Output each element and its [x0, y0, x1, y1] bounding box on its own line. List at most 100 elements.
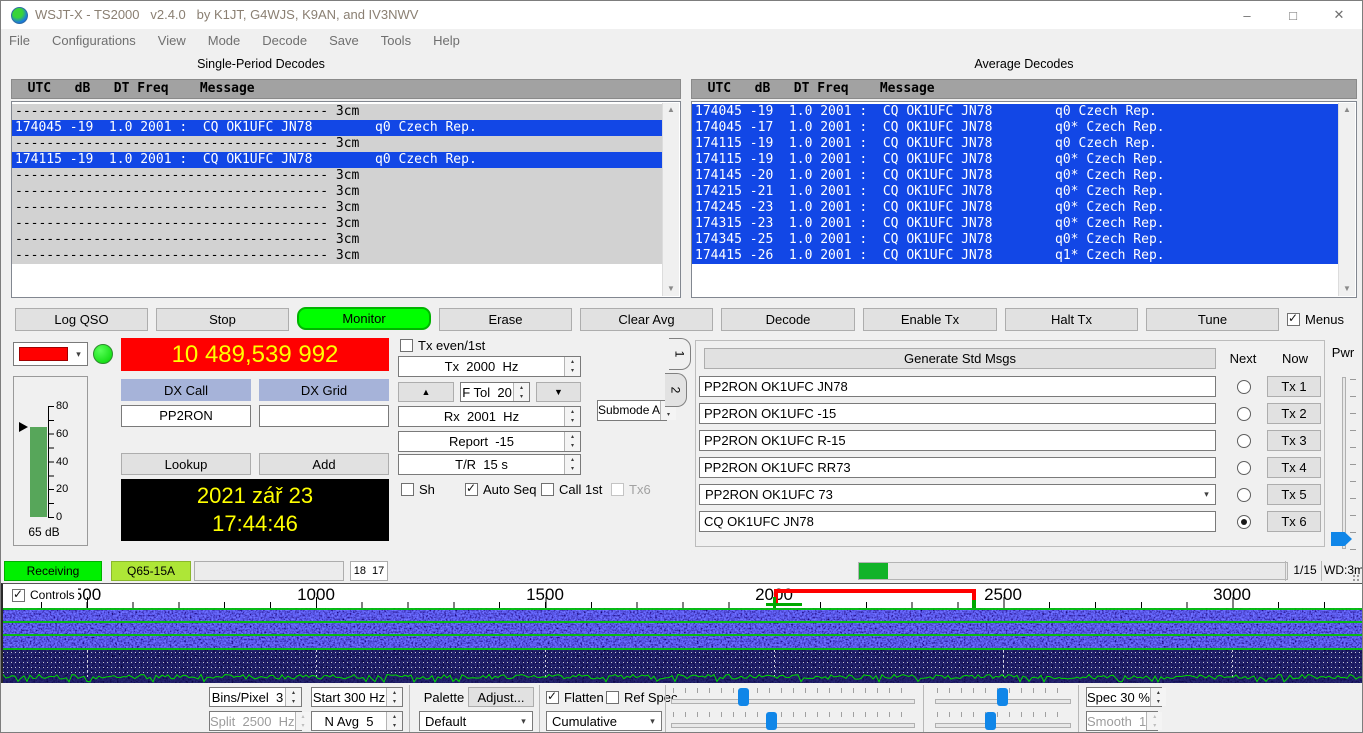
decode-row[interactable]: ----------------------------------------…: [12, 168, 663, 184]
pwr-slider-thumb[interactable]: [1331, 532, 1352, 546]
tx2-next-radio[interactable]: [1237, 407, 1251, 421]
decode-row[interactable]: 174115 -19 1.0 2001 : CQ OK1UFC JN78 q0 …: [692, 136, 1339, 152]
slider-thumb[interactable]: [738, 688, 749, 706]
decode-row[interactable]: ----------------------------------------…: [12, 200, 663, 216]
tr-period-spinner[interactable]: T/R 15 s ▴▾: [398, 454, 581, 475]
tune-button[interactable]: Tune: [1146, 308, 1279, 331]
monitor-button[interactable]: Monitor: [297, 307, 431, 330]
slider-thumb[interactable]: [997, 688, 1008, 706]
palette-combo[interactable]: Default ▾: [419, 711, 533, 731]
spec-percent-spinner[interactable]: Spec 30 % ▴▾: [1086, 687, 1162, 707]
tab-1[interactable]: 1: [669, 338, 691, 370]
ref-spec-checkbox[interactable]: Ref Spec: [606, 690, 677, 705]
spinner-down-icon[interactable]: ▾: [387, 721, 402, 730]
scroll-down-icon[interactable]: ▼: [667, 282, 675, 296]
tx6-next-radio[interactable]: [1237, 515, 1251, 529]
spinner-down-icon[interactable]: ▾: [514, 392, 529, 401]
halt-tx-button[interactable]: Halt Tx: [1005, 308, 1138, 331]
chevron-down-icon[interactable]: ▾: [1198, 485, 1215, 504]
lookup-button[interactable]: Lookup: [121, 453, 251, 475]
log-qso-button[interactable]: Log QSO: [15, 308, 148, 331]
tx6-message-field[interactable]: CQ OK1UFC JN78: [699, 511, 1216, 532]
spinner-up-icon[interactable]: ▴: [565, 357, 580, 367]
menu-mode[interactable]: Mode: [208, 33, 241, 48]
menu-configurations[interactable]: Configurations: [52, 33, 136, 48]
decode-row[interactable]: ----------------------------------------…: [12, 104, 663, 120]
submode-spinner[interactable]: Submode A ▴▾: [597, 400, 667, 421]
spinner-down-icon[interactable]: ▾: [565, 417, 580, 427]
waterfall-zero-slider[interactable]: [933, 687, 1073, 707]
spinner-down-icon[interactable]: ▾: [661, 411, 676, 421]
decode-row[interactable]: 174345 -25 1.0 2001 : CQ OK1UFC JN78 q0*…: [692, 232, 1339, 248]
call-1st-checkbox[interactable]: Call 1st: [541, 482, 602, 497]
decode-row[interactable]: 174115 -19 1.0 2001 : CQ OK1UFC JN78 q0 …: [12, 152, 663, 168]
auto-seq-checkbox[interactable]: Auto Seq: [465, 482, 537, 497]
add-button[interactable]: Add: [259, 453, 389, 475]
spinner-up-icon[interactable]: ▴: [387, 712, 402, 721]
waterfall-frequency-scale[interactable]: 500 1000 1500 2000 2500 3000 Controls: [1, 583, 1363, 608]
tx-freq-spinner[interactable]: Tx 2000 Hz ▴▾: [398, 356, 581, 377]
menu-help[interactable]: Help: [433, 33, 460, 48]
bins-pixel-spinner[interactable]: Bins/Pixel 3 ▴▾: [209, 687, 302, 707]
maximize-button[interactable]: □: [1270, 1, 1316, 29]
decode-button[interactable]: Decode: [721, 308, 855, 331]
tx-even-checkbox[interactable]: Tx even/1st: [400, 338, 485, 353]
spinner-up-icon[interactable]: ▴: [387, 688, 402, 697]
tx2-now-button[interactable]: Tx 2: [1267, 403, 1321, 424]
shift-up-button[interactable]: ▲: [398, 382, 454, 402]
scrollbar[interactable]: ▲ ▼: [1338, 103, 1355, 296]
n-avg-spinner[interactable]: N Avg 5 ▴▾: [311, 711, 403, 731]
average-decodes-list[interactable]: 174045 -19 1.0 2001 : CQ OK1UFC JN78 q0 …: [691, 101, 1357, 298]
pwr-slider-track[interactable]: [1342, 377, 1346, 549]
flatten-checkbox[interactable]: Flatten: [546, 690, 604, 705]
scroll-up-icon[interactable]: ▲: [667, 103, 675, 117]
spinner-up-icon[interactable]: ▴: [514, 383, 529, 392]
decode-row[interactable]: 174145 -20 1.0 2001 : CQ OK1UFC JN78 q0*…: [692, 168, 1339, 184]
chevron-down-icon[interactable]: ▾: [515, 712, 532, 730]
decode-row[interactable]: ----------------------------------------…: [12, 248, 663, 264]
chevron-down-icon[interactable]: ▾: [644, 712, 661, 730]
spinner-down-icon[interactable]: ▾: [565, 442, 580, 452]
decode-row[interactable]: 174115 -19 1.0 2001 : CQ OK1UFC JN78 q0*…: [692, 152, 1339, 168]
tx1-now-button[interactable]: Tx 1: [1267, 376, 1321, 397]
erase-button[interactable]: Erase: [439, 308, 572, 331]
spinner-down-icon[interactable]: ▾: [387, 697, 402, 706]
tx3-now-button[interactable]: Tx 3: [1267, 430, 1321, 451]
close-button[interactable]: ✕: [1316, 1, 1362, 29]
slider-thumb[interactable]: [766, 712, 777, 730]
minimize-button[interactable]: –: [1224, 1, 1270, 29]
menus-checkbox[interactable]: Menus: [1287, 312, 1344, 327]
menu-file[interactable]: File: [9, 33, 30, 48]
slider-thumb[interactable]: [985, 712, 996, 730]
spectrum-mode-combo[interactable]: Cumulative ▾: [546, 711, 662, 731]
rx-freq-spinner[interactable]: Rx 2001 Hz ▴▾: [398, 406, 581, 427]
spinner-down-icon[interactable]: ▾: [565, 465, 580, 475]
resize-grip-icon[interactable]: [1353, 575, 1355, 577]
tx3-next-radio[interactable]: [1237, 434, 1251, 448]
start-hz-spinner[interactable]: Start 300 Hz ▴▾: [311, 687, 403, 707]
decode-row[interactable]: 174245 -23 1.0 2001 : CQ OK1UFC JN78 q0*…: [692, 200, 1339, 216]
menu-decode[interactable]: Decode: [262, 33, 307, 48]
tx5-next-radio[interactable]: [1237, 488, 1251, 502]
spinner-up-icon[interactable]: ▴: [1147, 712, 1162, 721]
spinner-down-icon[interactable]: ▾: [1147, 721, 1162, 730]
decode-row[interactable]: ----------------------------------------…: [12, 136, 663, 152]
decode-row[interactable]: 174215 -21 1.0 2001 : CQ OK1UFC JN78 q0*…: [692, 184, 1339, 200]
title-bar[interactable]: WSJT-X - TS2000 v2.4.0 by K1JT, G4WJS, K…: [1, 1, 1362, 29]
rx-freq-marker[interactable]: [766, 603, 802, 606]
shift-down-button[interactable]: ▼: [536, 382, 581, 402]
adjust-button[interactable]: Adjust...: [468, 687, 534, 707]
spinner-up-icon[interactable]: ▴: [296, 712, 311, 721]
decode-row[interactable]: ----------------------------------------…: [12, 232, 663, 248]
menu-view[interactable]: View: [158, 33, 186, 48]
spinner-up-icon[interactable]: ▴: [565, 407, 580, 417]
tx3-message-field[interactable]: PP2RON OK1UFC R-15: [699, 430, 1216, 451]
menu-save[interactable]: Save: [329, 33, 359, 48]
tx4-message-field[interactable]: PP2RON OK1UFC RR73: [699, 457, 1216, 478]
waterfall-gain-slider[interactable]: [669, 687, 917, 707]
spinner-down-icon[interactable]: ▾: [296, 721, 311, 730]
spinner-up-icon[interactable]: ▴: [1151, 688, 1166, 697]
scroll-down-icon[interactable]: ▼: [1343, 282, 1351, 296]
tx1-message-field[interactable]: PP2RON OK1UFC JN78: [699, 376, 1216, 397]
tx2-message-field[interactable]: PP2RON OK1UFC -15: [699, 403, 1216, 424]
